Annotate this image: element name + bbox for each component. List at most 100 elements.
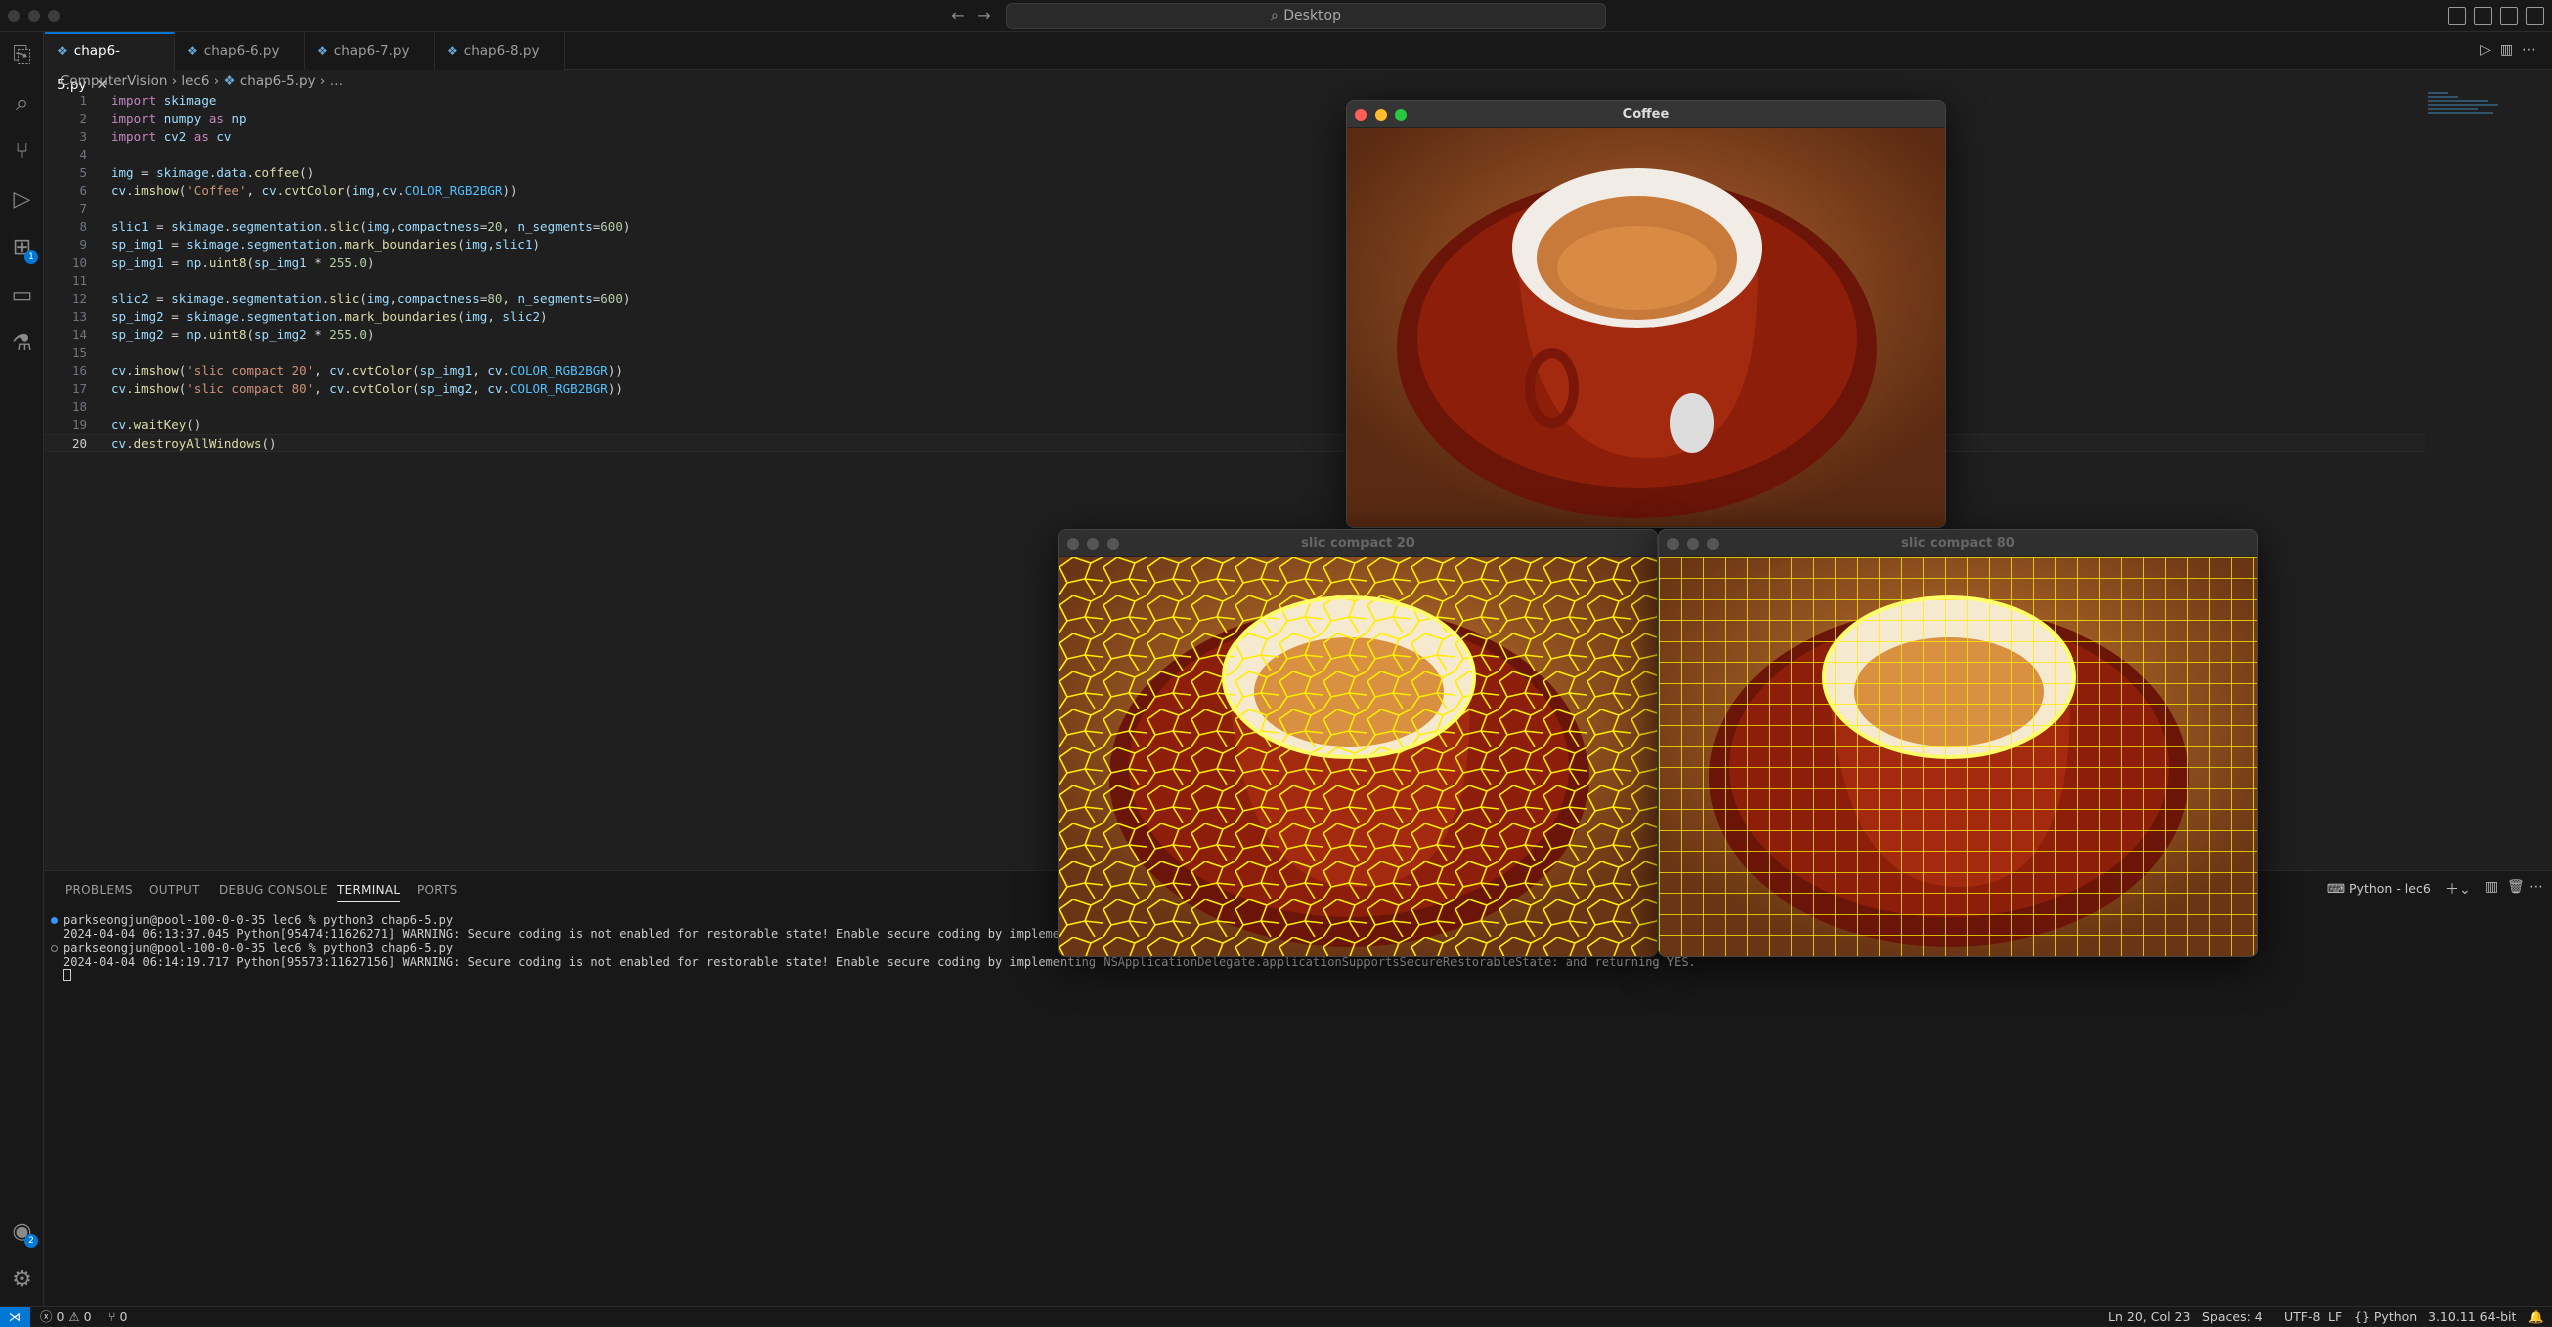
zoom-window-button[interactable] [48,10,60,22]
line-number: 13 [71,309,87,324]
toggle-secondary-sidebar-icon[interactable] [2500,7,2518,25]
tab-debug-console[interactable]: DEBUG CONSOLE [219,883,328,897]
line-number: 2 [79,111,87,126]
testing-icon[interactable]: ⚗ [8,330,36,358]
terminal-line: 2024-04-04 06:13:37.045 Python[95474:116… [63,927,1089,941]
explorer-icon[interactable]: ⎘ [8,42,36,70]
code-line: cv.imshow('slic compact 20', cv.cvtColor… [111,363,623,378]
tab-problems[interactable]: PROBLEMS [65,883,133,897]
search-icon[interactable]: ⌕ [8,90,36,118]
python-file-icon: ❖ [57,44,68,58]
accounts-badge: 2 [24,1234,38,1248]
slic-compact-80-window[interactable]: slic compact 80 [1658,529,2258,957]
python-file-icon: ❖ [187,44,198,58]
tab-ports[interactable]: PORTS [417,883,458,897]
run-python-file-icon[interactable]: ▷ [2480,42,2491,58]
line-number: 15 [71,345,87,360]
run-debug-icon[interactable]: ▷ [8,186,36,214]
window-title: slic compact 20 [1301,536,1415,551]
close-window-button[interactable] [1067,538,1079,550]
code-line: slic1 = skimage.segmentation.slic(img,co… [111,219,631,234]
close-window-button[interactable] [1355,109,1367,121]
language-mode[interactable]: {} Python [2354,1307,2417,1326]
remote-indicator-icon[interactable]: ⋊ [0,1307,30,1327]
command-center-search[interactable]: ⌕ Desktop [1006,3,1606,29]
notifications-bell-icon[interactable]: 🔔 [2528,1307,2544,1326]
tab-chap6-6[interactable]: ❖ chap6-6.py [175,32,305,70]
cursor-position[interactable]: Ln 20, Col 23 [2108,1307,2190,1326]
line-number: 1 [79,93,87,108]
customize-layout-icon[interactable] [2526,7,2544,25]
minimap[interactable] [2428,90,2508,130]
line-number: 9 [79,237,87,252]
code-editor[interactable]: 1 import skimage 2 import numpy as np 3 imp… [45,92,2425,452]
tab-output[interactable]: OUTPUT [149,883,200,897]
python-file-icon: ❖ [447,44,458,58]
code-line: sp_img1 = np.uint8(sp_img1 * 255.0) [111,255,375,270]
code-line: import cv2 as cv [111,129,232,144]
line-number: 19 [71,417,87,432]
minimize-window-button[interactable] [1087,538,1099,550]
split-editor-icon[interactable]: ▥ [2500,42,2513,58]
line-number: 3 [79,129,87,144]
zoom-window-button[interactable] [1395,109,1407,121]
zoom-window-button[interactable] [1707,538,1719,550]
forward-arrow-icon[interactable]: → [972,4,996,28]
source-control-icon[interactable]: ⑂ [8,138,36,166]
extensions-icon[interactable]: ⊞ 1 [8,234,38,264]
code-line: import skimage [111,93,217,108]
tab-chap6-7[interactable]: ❖ chap6-7.py [305,32,435,70]
breadcrumb-root[interactable]: ComputerVision [60,73,167,89]
search-icon: ⌕ [1270,8,1284,24]
ports-status[interactable]: ⑂ 0 [108,1307,127,1326]
toggle-panel-icon[interactable] [2474,7,2492,25]
editor-tabs: ❖ chap6-5.py ✕ ❖ chap6-6.py ❖ chap6-7.py ❖ ch… [45,32,2552,93]
slic-compact-20-window[interactable]: slic compact 20 [1058,529,1658,957]
remote-explorer-icon[interactable]: ▭ [8,282,36,310]
split-terminal-icon[interactable]: ▥ [2485,879,2498,895]
minimize-window-button[interactable] [1687,538,1699,550]
toggle-primary-sidebar-icon[interactable] [2448,7,2466,25]
window-title: slic compact 80 [1901,536,2015,551]
title-bar: ← → ⌕ Desktop [0,0,2552,32]
terminal-icon: ⌨ [2327,881,2350,896]
accounts-icon[interactable]: ◉ 2 [8,1218,38,1248]
python-file-icon: ❖ [223,73,236,89]
minimize-window-button[interactable] [28,10,40,22]
coffee-image [1347,128,1945,527]
close-window-button[interactable] [1667,538,1679,550]
tab-terminal[interactable]: TERMINAL [337,883,401,902]
settings-gear-icon[interactable]: ⚙ [8,1266,36,1294]
more-icon[interactable]: ⋯ [2529,879,2543,895]
back-arrow-icon[interactable]: ← [946,4,970,28]
zoom-window-button[interactable] [1107,538,1119,550]
breadcrumb-symbol[interactable]: … [330,73,344,89]
kill-terminal-icon[interactable]: 🗑 [2507,879,2525,895]
code-line: sp_img2 = np.uint8(sp_img2 * 255.0) [111,327,375,342]
code-line: sp_img2 = skimage.segmentation.mark_boun… [111,309,548,324]
terminal-line: parkseongjun@pool-100-0-0-35 lec6 % pyth… [63,941,454,955]
tab-chap6-8[interactable]: ❖ chap6-8.py [435,32,565,70]
breadcrumb-file[interactable]: chap6-5.py [240,73,316,89]
indentation[interactable]: Spaces: 4 [2202,1307,2263,1326]
slic-80-image [1659,557,2257,956]
status-bar: ⋊ ⓧ 0 ⚠ 0 ⑂ 0 Ln 20, Col 23 Spaces: 4 UT… [0,1306,2552,1327]
breadcrumb-folder[interactable]: lec6 [181,73,209,89]
command-success-dot [51,917,58,924]
code-line: img = skimage.data.coffee() [111,165,315,180]
tab-chap6-5[interactable]: ❖ chap6-5.py ✕ [45,32,175,93]
coffee-window[interactable]: Coffee [1346,100,1946,528]
breadcrumb: ComputerVision › lec6 › ❖ chap6-5.py › … [60,73,344,89]
close-window-button[interactable] [8,10,20,22]
encoding[interactable]: UTF-8 [2284,1307,2320,1326]
window-title: Coffee [1622,107,1670,122]
end-of-line[interactable]: LF [2328,1307,2342,1326]
braces-icon: {} [2354,1309,2374,1324]
new-terminal-icon[interactable]: ＋⌄ [2445,879,2471,899]
more-actions-icon[interactable]: ⋯ [2522,42,2536,58]
terminal-line: 2024-04-04 06:14:19.717 Python[95573:116… [63,955,1696,969]
python-interpreter[interactable]: 3.10.11 64-bit [2428,1307,2516,1326]
minimize-window-button[interactable] [1375,109,1387,121]
terminal-selector[interactable]: ⌨ Python - lec6 [2327,881,2431,896]
problems-status[interactable]: ⓧ 0 ⚠ 0 [40,1307,92,1326]
